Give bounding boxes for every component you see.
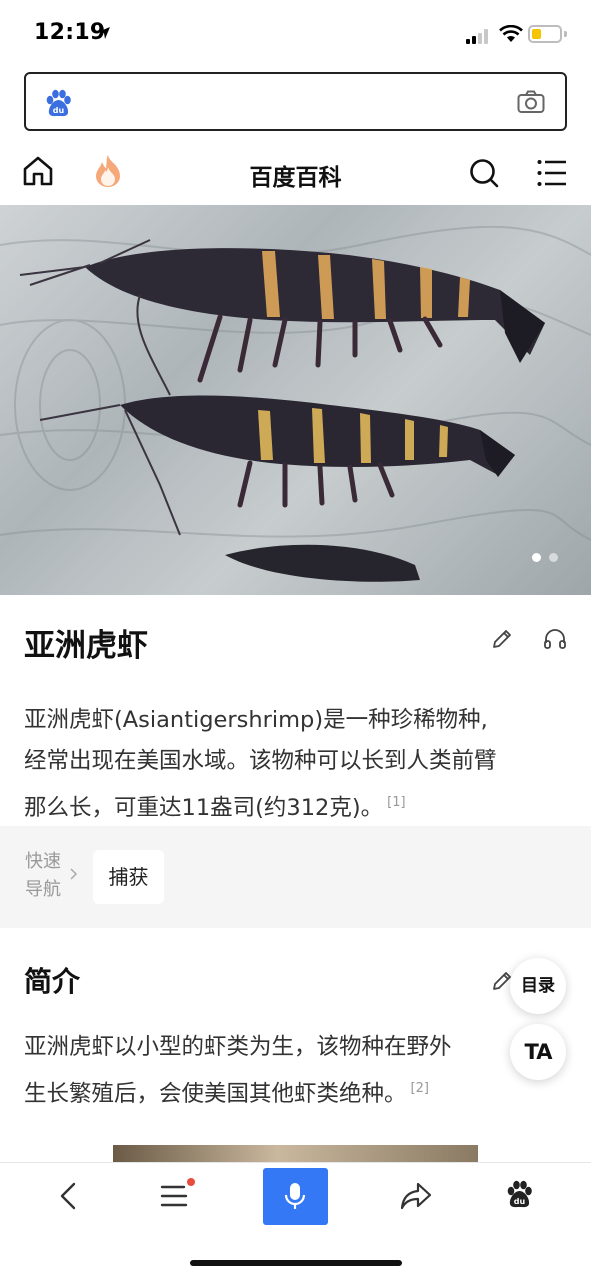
quick-nav-label: 快速 导航 <box>25 851 61 900</box>
baidu-paw-icon[interactable]: du <box>504 1179 534 1211</box>
list-icon[interactable] <box>160 1181 188 1211</box>
svg-text:du: du <box>514 1197 526 1206</box>
reference-link[interactable]: [2] <box>411 1081 429 1096</box>
article-summary: 亚洲虎虾(Asiantigershrimp)是一种珍稀物种, 经常出现在美国水域… <box>24 700 569 829</box>
summary-line: 亚洲虎虾(Asiantigershrimp)是一种珍稀物种, <box>24 707 488 733</box>
chevron-right-icon <box>70 868 78 880</box>
article-title: 亚洲虎虾 <box>24 628 148 664</box>
top-nav: 百度百科 <box>0 145 591 203</box>
page-title: 百度百科 <box>249 165 342 191</box>
intro-line: 生长繁殖后，会使美国其他虾类绝种。 <box>24 1081 407 1107</box>
home-indicator[interactable] <box>190 1260 402 1266</box>
wifi-icon <box>499 25 523 42</box>
quick-nav-item-capture[interactable]: 捕获 <box>93 850 164 904</box>
carousel-dot-active[interactable] <box>532 553 541 562</box>
notification-badge <box>187 1178 195 1186</box>
microphone-icon <box>284 1183 306 1209</box>
camera-icon[interactable] <box>517 90 545 114</box>
intro-text: 亚洲虎虾以小型的虾类为生，该物种在野外 生长繁殖后，会使美国其他虾类绝种。 [2] <box>24 1027 569 1115</box>
menu-icon[interactable] <box>537 159 567 187</box>
carousel-dot[interactable] <box>549 553 558 562</box>
headphones-icon[interactable] <box>543 628 567 650</box>
section-heading: 简介 <box>24 965 81 998</box>
battery-icon <box>528 25 562 43</box>
text-size-button[interactable]: TA <box>510 1024 566 1080</box>
hero-image[interactable] <box>0 205 591 595</box>
svg-text:du: du <box>53 106 65 115</box>
carousel-dots <box>532 547 566 566</box>
share-icon[interactable] <box>400 1181 432 1211</box>
baidu-paw-icon: du <box>46 89 71 117</box>
location-arrow-icon <box>98 27 110 39</box>
quick-nav: 快速 导航 捕获 <box>0 826 591 928</box>
signal-icon <box>466 28 492 44</box>
voice-search-button[interactable] <box>263 1168 328 1225</box>
search-icon[interactable] <box>468 157 500 189</box>
status-time: 12:19 <box>34 20 106 45</box>
summary-line: 经常出现在美国水域。该物种可以长到人类前臂 <box>24 748 497 774</box>
intro-line: 亚洲虎虾以小型的虾类为生，该物种在野外 <box>24 1034 452 1060</box>
summary-line: 那么长，可重达11盎司(约312克)。 <box>24 795 384 821</box>
reference-link[interactable]: [1] <box>387 795 405 810</box>
search-input[interactable]: du <box>24 72 567 131</box>
back-icon[interactable] <box>56 1181 82 1211</box>
status-bar: 12:19 <box>0 0 591 66</box>
pencil-icon[interactable] <box>491 628 513 650</box>
toc-button[interactable]: 目录 <box>510 958 566 1014</box>
